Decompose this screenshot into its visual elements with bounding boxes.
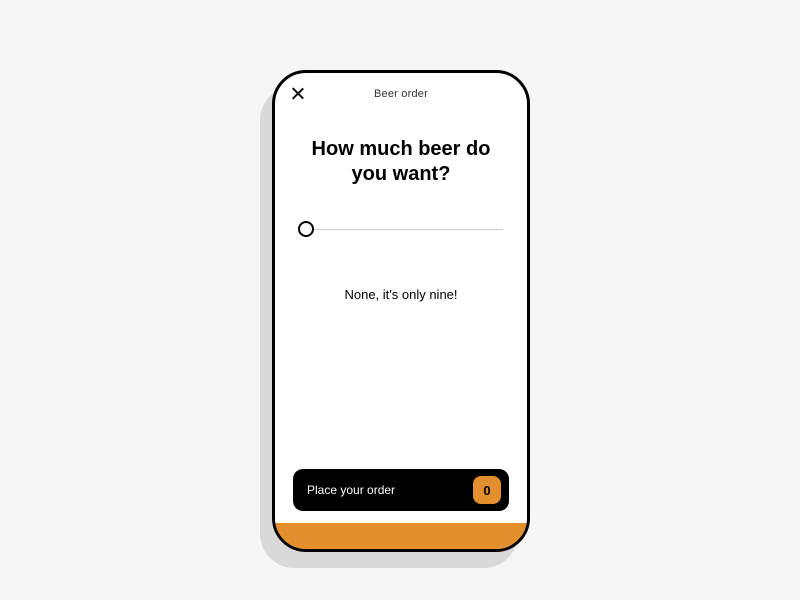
spacer	[275, 302, 527, 469]
place-order-button[interactable]: Place your order 0	[293, 469, 509, 511]
place-order-label: Place your order	[307, 483, 473, 497]
quantity-slider[interactable]	[299, 219, 503, 239]
slider-thumb[interactable]	[298, 221, 314, 237]
canvas: Beer order How much beer do you want? No…	[0, 0, 800, 600]
question-heading: How much beer do you want?	[275, 137, 527, 187]
order-count-badge: 0	[473, 476, 501, 504]
phone-frame: Beer order How much beer do you want? No…	[272, 70, 530, 552]
header: Beer order	[275, 73, 527, 115]
slider-caption: None, it's only nine!	[275, 287, 527, 302]
screen-title: Beer order	[374, 88, 428, 100]
footer-accent-strip	[275, 523, 527, 549]
close-icon[interactable]	[291, 87, 305, 101]
slider-track	[299, 229, 503, 230]
